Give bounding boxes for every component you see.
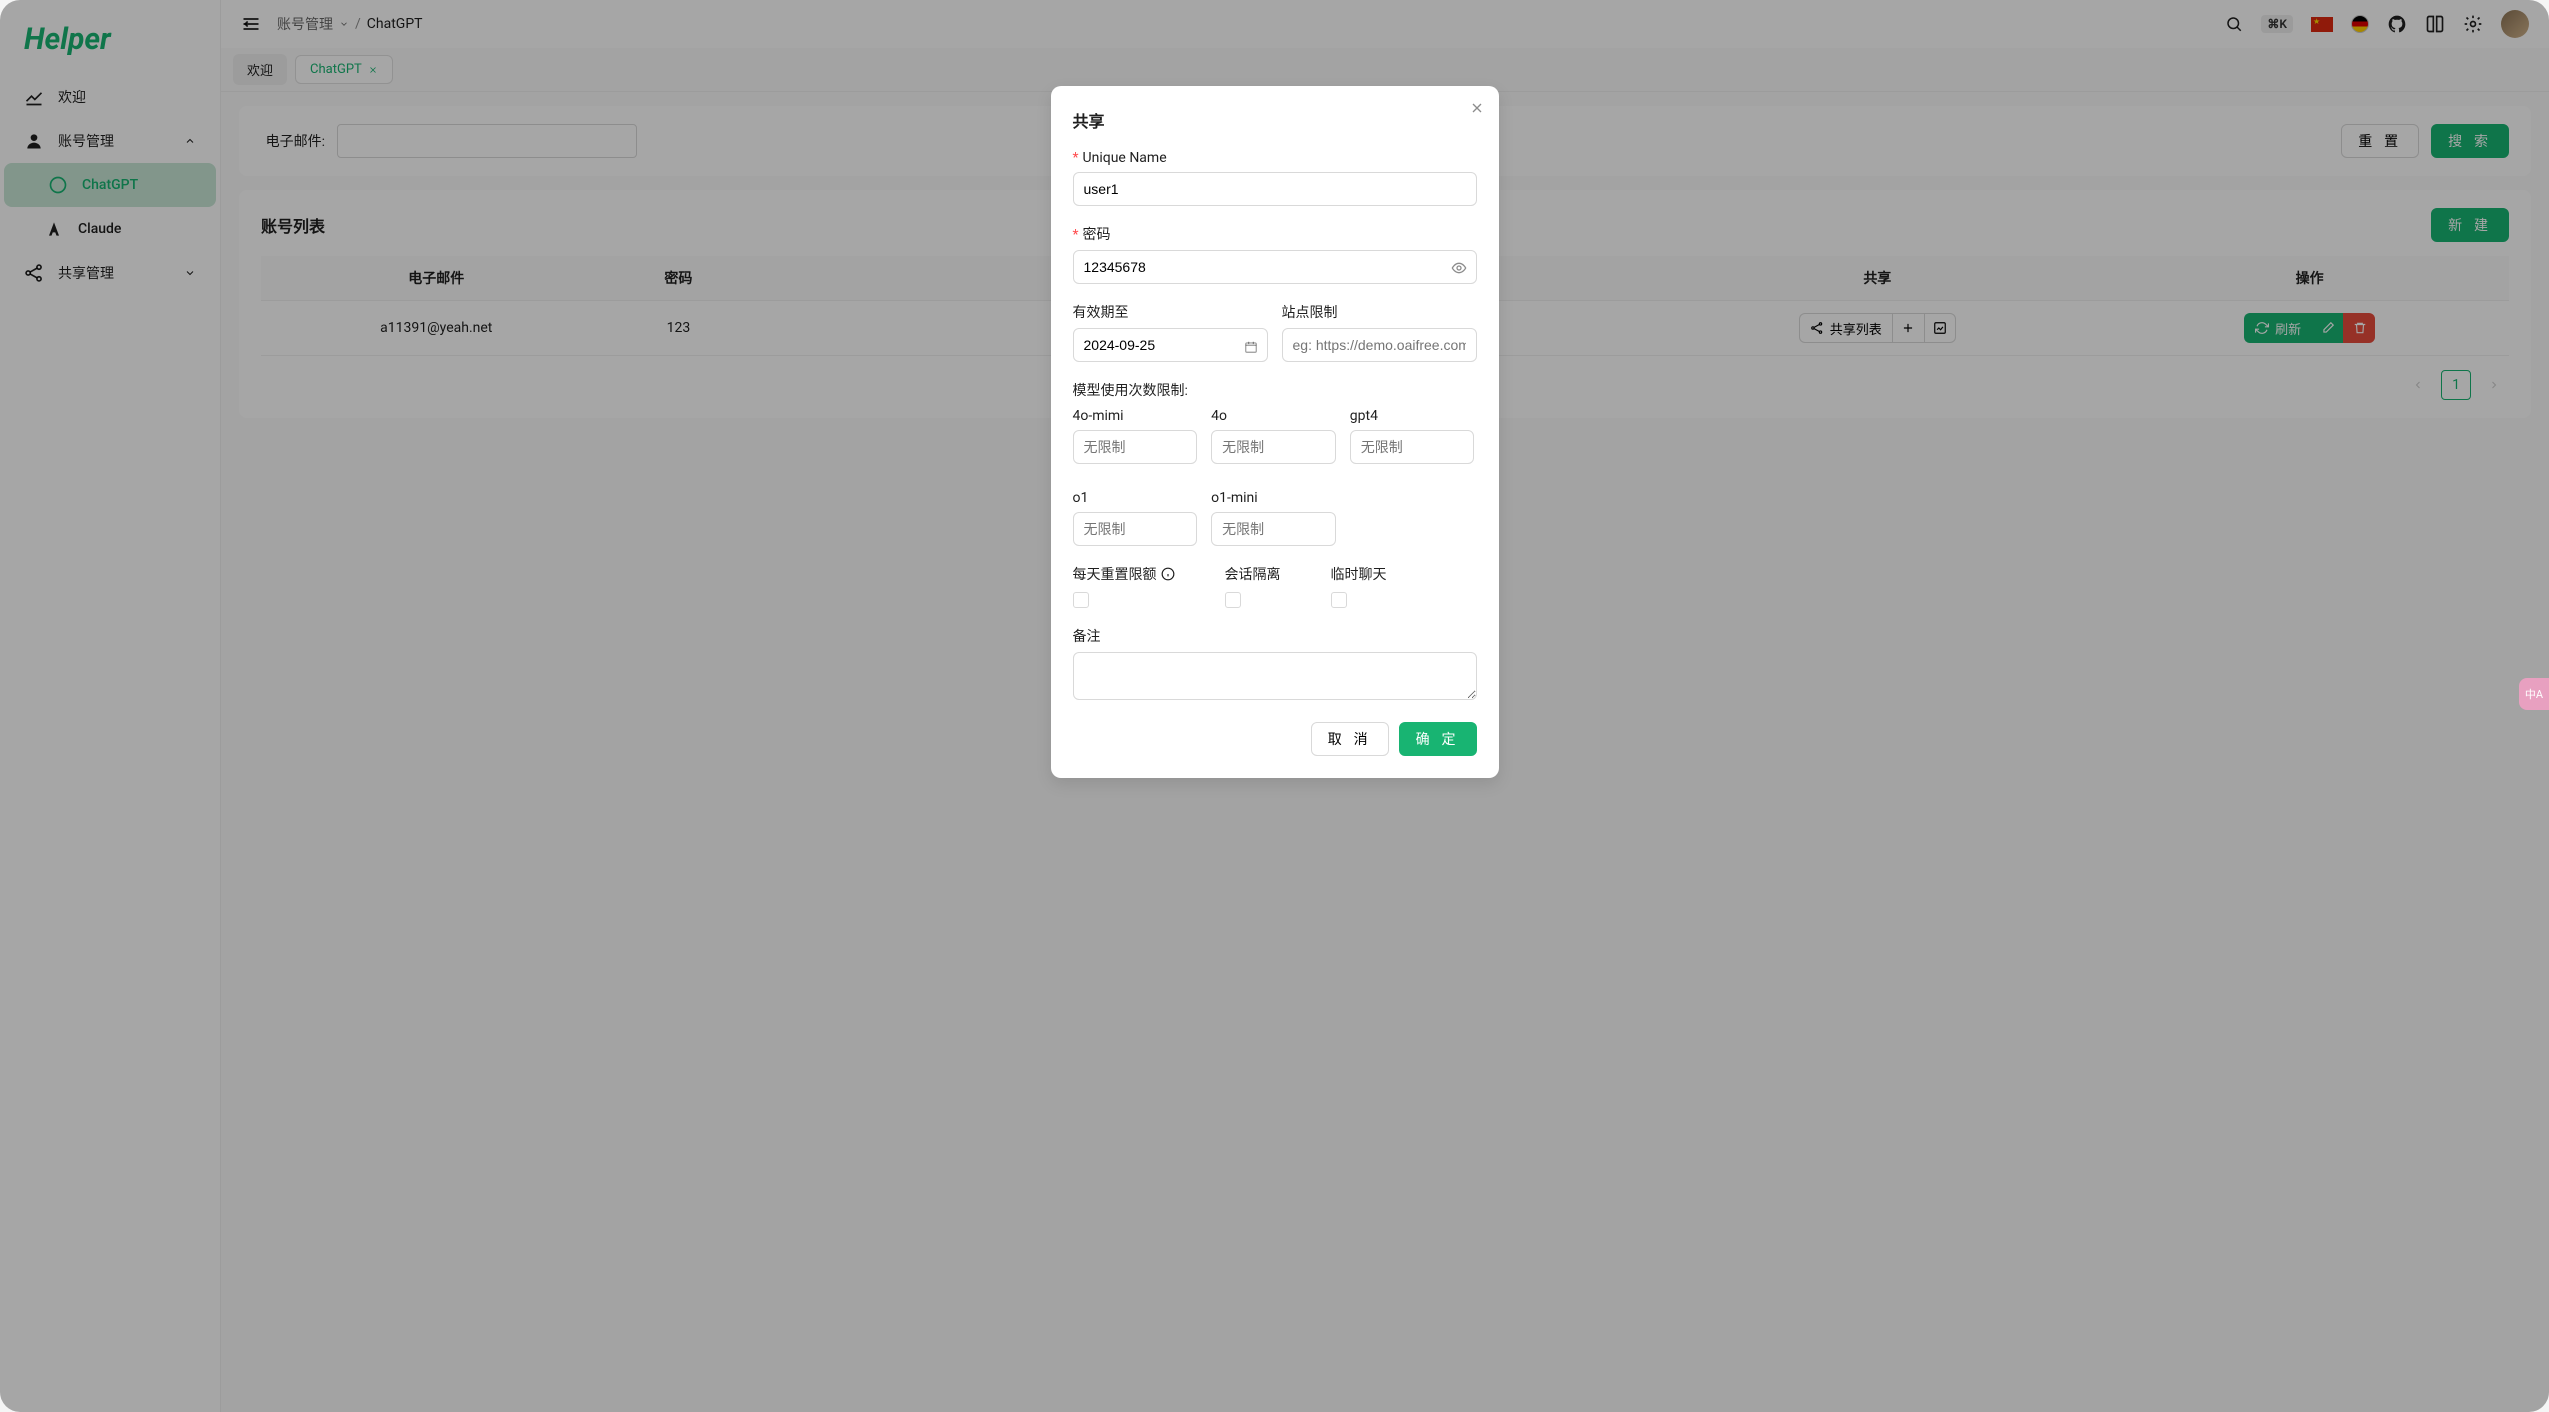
temp-chat-label: 临时聊天 [1331, 564, 1387, 584]
close-icon[interactable] [1469, 100, 1485, 116]
modal-mask[interactable]: 共享 *Unique Name *密码 有效期至 站点限制 [0, 0, 2549, 1412]
model-o1-mini-label: o1-mini [1211, 490, 1336, 506]
unique-name-label: *Unique Name [1073, 150, 1477, 166]
site-input[interactable] [1282, 328, 1477, 362]
site-label: 站点限制 [1282, 302, 1477, 322]
share-modal: 共享 *Unique Name *密码 有效期至 站点限制 [1051, 86, 1499, 778]
modal-title: 共享 [1073, 108, 1477, 132]
model-4o-mini-input[interactable] [1073, 430, 1198, 464]
model-limit-label: 模型使用次数限制: [1073, 380, 1477, 400]
unique-name-input[interactable] [1073, 172, 1477, 206]
language-fab[interactable]: 中A [2519, 678, 2549, 710]
temp-chat-checkbox[interactable] [1331, 592, 1347, 608]
ok-button[interactable]: 确 定 [1399, 722, 1477, 756]
isolate-checkbox[interactable] [1225, 592, 1241, 608]
model-o1-input[interactable] [1073, 512, 1198, 546]
password-label: *密码 [1073, 224, 1477, 244]
remark-label: 备注 [1073, 626, 1477, 646]
expire-label: 有效期至 [1073, 302, 1268, 322]
model-gpt4-input[interactable] [1350, 430, 1475, 464]
model-4o-input[interactable] [1211, 430, 1336, 464]
expire-input[interactable] [1073, 328, 1268, 362]
model-o1-label: o1 [1073, 490, 1198, 506]
reset-quota-label: 每天重置限额 [1073, 564, 1175, 584]
model-o1-mini-input[interactable] [1211, 512, 1336, 546]
model-4o-label: 4o [1211, 408, 1336, 424]
reset-quota-checkbox[interactable] [1073, 592, 1089, 608]
remark-input[interactable] [1073, 652, 1477, 700]
calendar-icon[interactable] [1244, 340, 1258, 354]
isolate-label: 会话隔离 [1225, 564, 1281, 584]
model-4o-mini-label: 4o-mimi [1073, 408, 1198, 424]
info-icon[interactable] [1161, 567, 1175, 581]
eye-icon[interactable] [1451, 260, 1467, 276]
model-gpt4-label: gpt4 [1350, 408, 1475, 424]
password-input[interactable] [1073, 250, 1477, 284]
cancel-button[interactable]: 取 消 [1311, 722, 1389, 756]
